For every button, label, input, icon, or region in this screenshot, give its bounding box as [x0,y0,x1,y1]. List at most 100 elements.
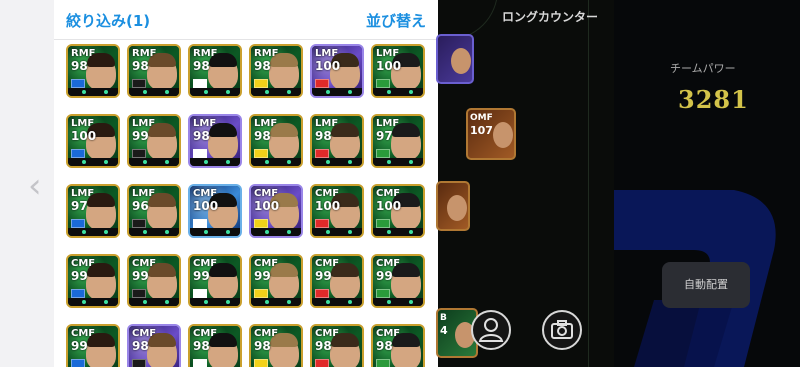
player-card[interactable]: CMF 98 [310,324,364,367]
player-card[interactable]: LMF 100 [66,114,120,168]
player-position: CMF [254,258,279,269]
field-player-card[interactable]: OMF 107 [466,108,516,160]
skill-indicator [143,300,147,304]
skill-indicator [348,160,352,164]
nationality-flag [315,219,329,228]
player-rating: 98 [193,129,210,143]
player-card[interactable]: RMF 98 [66,44,120,98]
player-card[interactable]: CMF 99 [66,324,120,367]
player-portrait [451,48,471,74]
skill-indicator [409,230,413,234]
player-card[interactable]: LMF 97 [66,184,120,238]
player-position: CMF [315,328,340,339]
player-card[interactable]: CMF 100 [371,184,425,238]
player-card[interactable]: LMF 98 [249,114,303,168]
player-card[interactable]: LMF 98 [188,114,242,168]
player-position: LMF [254,118,278,129]
user-icon [478,318,504,342]
player-rating: 99 [376,269,393,283]
camera-icon [551,320,573,339]
player-rating: 99 [71,339,88,353]
player-button[interactable] [471,310,511,350]
skill-indicator [287,90,291,94]
player-rating: 98 [376,339,393,353]
player-card[interactable]: CMF 99 [188,254,242,308]
card-footer [129,158,179,166]
player-rating: 100 [193,199,219,213]
skill-indicator [204,300,208,304]
player-card[interactable]: CMF 100 [188,184,242,238]
skill-indicator [387,300,391,304]
card-footer [68,228,118,236]
skill-indicator [104,160,108,164]
skill-indicator [409,90,413,94]
nationality-flag [376,359,390,367]
panel-header: 絞り込み(1) 並び替え [54,0,438,40]
player-rating: 99 [132,269,149,283]
player-card[interactable]: LMF 98 [310,114,364,168]
nationality-flag [71,79,85,88]
player-card[interactable]: RMF 98 [188,44,242,98]
player-card[interactable]: CMF 99 [371,254,425,308]
skill-indicator [265,160,269,164]
player-card[interactable]: CMF 100 [310,184,364,238]
skill-indicator [82,230,86,234]
card-footer [312,228,362,236]
auto-assign-button[interactable]: 自動配置 [662,262,750,308]
player-card[interactable]: LMF 99 [127,114,181,168]
skill-indicator [204,90,208,94]
skill-indicator [326,160,330,164]
player-card[interactable]: CMF 99 [127,254,181,308]
player-card[interactable]: LMF 100 [310,44,364,98]
player-position: CMF [71,258,96,269]
player-card[interactable]: CMF 98 [249,324,303,367]
player-portrait [493,122,513,148]
player-card[interactable]: RMF 98 [249,44,303,98]
nationality-flag [132,219,146,228]
player-position: LMF [315,118,339,129]
nationality-flag [315,359,329,367]
player-card[interactable]: CMF 98 [371,324,425,367]
formation-name: ロングカウンター [502,10,599,24]
player-card[interactable]: RMF 98 [127,44,181,98]
player-rating: 100 [71,129,97,143]
card-footer [190,88,240,96]
player-card[interactable]: LMF 97 [371,114,425,168]
nationality-flag [254,149,268,158]
player-position: LMF [132,188,156,199]
player-rating: 100 [376,59,402,73]
nationality-flag [254,79,268,88]
camera-button[interactable] [542,310,582,350]
filter-button[interactable]: 絞り込み(1) [66,10,150,31]
skill-indicator [348,90,352,94]
field-player-card[interactable] [436,181,470,231]
skill-indicator [287,160,291,164]
sort-button[interactable]: 並び替え [366,10,426,31]
player-card[interactable]: CMF 98 [127,324,181,367]
skill-indicator [287,300,291,304]
nationality-flag [254,219,268,228]
skill-indicator [165,160,169,164]
player-rating: 98 [315,129,332,143]
player-card[interactable]: CMF 100 [249,184,303,238]
skill-indicator [326,300,330,304]
skill-indicator [204,230,208,234]
chevron-left-icon[interactable]: ‹ [28,168,46,204]
skill-indicator [165,230,169,234]
skill-indicator [326,230,330,234]
player-rating: 98 [193,339,210,353]
nationality-flag [193,149,207,158]
card-footer [373,298,423,306]
player-card[interactable]: CMF 99 [249,254,303,308]
player-position: B [440,313,447,323]
card-footer [312,158,362,166]
skill-indicator [82,160,86,164]
player-rating: 97 [376,129,393,143]
player-card[interactable]: LMF 100 [371,44,425,98]
player-card[interactable]: CMF 99 [310,254,364,308]
skill-indicator [165,90,169,94]
field-player-card[interactable] [436,34,474,84]
player-card[interactable]: LMF 96 [127,184,181,238]
player-card[interactable]: CMF 99 [66,254,120,308]
player-card[interactable]: CMF 98 [188,324,242,367]
